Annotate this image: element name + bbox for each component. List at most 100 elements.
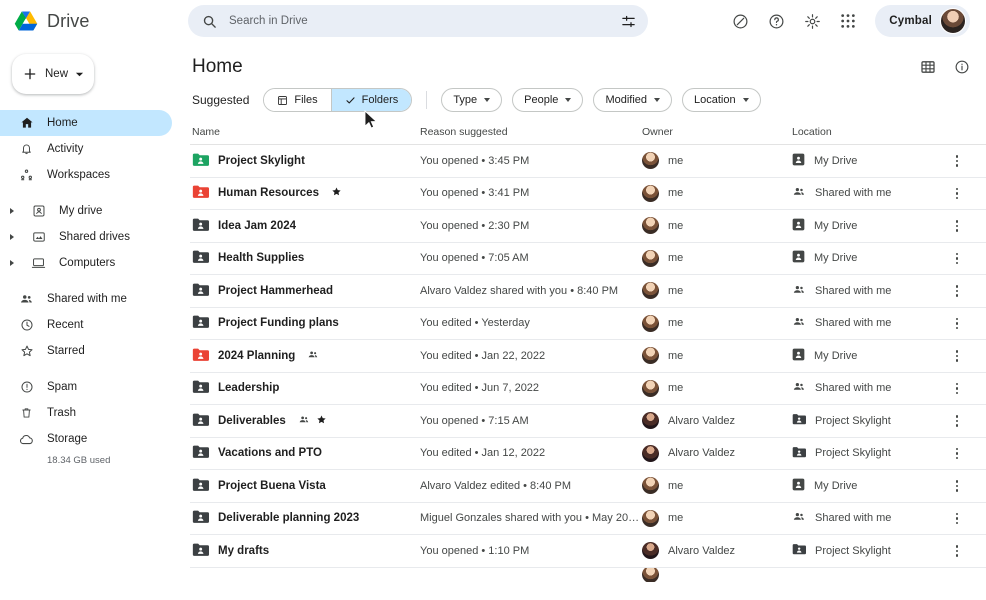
suggested-label: Suggested <box>192 93 249 107</box>
row-owner-cell <box>642 568 792 582</box>
row-more-button[interactable] <box>942 253 972 265</box>
sidebar-item-spam[interactable]: Spam <box>0 374 172 400</box>
sidebar-item-starred[interactable]: Starred <box>0 338 172 364</box>
column-header-name[interactable]: Name <box>192 126 420 138</box>
search-input[interactable]: Search in Drive <box>229 15 609 27</box>
table-row[interactable]: My draftsYou opened • 1:10 PMAlvaro Vald… <box>190 535 986 568</box>
segment-files[interactable]: Files <box>264 89 330 111</box>
starred-badge-icon <box>331 186 342 200</box>
row-more-button[interactable] <box>942 350 972 362</box>
row-more-button[interactable] <box>942 545 972 557</box>
drive-disk-icon <box>30 204 47 218</box>
main-header: Home <box>190 42 986 88</box>
grid-view-icon[interactable] <box>920 59 936 75</box>
row-location-cell[interactable]: Shared with me <box>792 315 942 331</box>
expand-caret-icon[interactable] <box>6 233 18 241</box>
new-button[interactable]: New <box>12 54 94 94</box>
row-location-cell[interactable]: My Drive <box>792 348 942 364</box>
filter-chip-people[interactable]: People <box>512 88 583 112</box>
account-chip[interactable]: Cymbal <box>875 5 970 37</box>
filter-chip-type[interactable]: Type <box>441 88 502 112</box>
row-name-cell: 2024 Planning <box>192 347 420 365</box>
row-name-cell: My drafts <box>192 542 420 560</box>
row-owner-cell: me <box>642 152 792 169</box>
row-location-cell[interactable]: My Drive <box>792 478 942 494</box>
table-row[interactable]: Vacations and PTOYou edited • Jan 12, 20… <box>190 438 986 471</box>
sidebar-item-home[interactable]: Home <box>0 110 172 136</box>
filter-chip-modified[interactable]: Modified <box>593 88 672 112</box>
app-body: New Home <box>0 42 986 600</box>
expand-caret-icon[interactable] <box>6 259 18 267</box>
row-file-name: Health Supplies <box>218 252 304 264</box>
row-more-button[interactable] <box>942 318 972 330</box>
row-reason: Miguel Gonzales shared with you • May 20… <box>420 512 642 524</box>
table-row-partial[interactable] <box>190 568 986 582</box>
sidebar: New Home <box>0 42 180 600</box>
segment-folders[interactable]: Folders <box>332 89 412 111</box>
row-owner: Alvaro Valdez <box>668 545 735 557</box>
sidebar-item-trash[interactable]: Trash <box>0 400 172 426</box>
table-row[interactable]: DeliverablesYou opened • 7:15 AMAlvaro V… <box>190 405 986 438</box>
column-header-reason[interactable]: Reason suggested <box>420 126 642 138</box>
help-icon[interactable] <box>765 10 787 32</box>
sidebar-item-storage[interactable]: Storage <box>0 426 172 452</box>
shared-badge-icon <box>307 349 319 363</box>
row-location-cell[interactable]: Shared with me <box>792 380 942 396</box>
sidebar-item-my-drive[interactable]: My drive <box>0 198 172 224</box>
row-more-button[interactable] <box>942 188 972 200</box>
row-location-cell[interactable]: Project Skylight <box>792 446 942 461</box>
table-row[interactable]: Idea Jam 2024You opened • 2:30 PMmeMy Dr… <box>190 210 986 243</box>
table-row[interactable]: Project Funding plansYou edited • Yester… <box>190 308 986 341</box>
table-row[interactable]: Human ResourcesYou opened • 3:41 PMmeSha… <box>190 178 986 211</box>
row-more-button[interactable] <box>942 480 972 492</box>
brand[interactable]: Drive <box>14 10 174 32</box>
sidebar-item-shared-drives[interactable]: Shared drives <box>0 224 172 250</box>
gear-icon[interactable] <box>801 10 823 32</box>
row-more-button[interactable] <box>942 415 972 427</box>
table-row[interactable]: Project HammerheadAlvaro Valdez shared w… <box>190 275 986 308</box>
table-row[interactable]: Project Buena VistaAlvaro Valdez edited … <box>190 470 986 503</box>
row-more-button[interactable] <box>942 155 972 167</box>
table-row[interactable]: 2024 PlanningYou edited • Jan 22, 2022me… <box>190 340 986 373</box>
row-location-cell[interactable]: Shared with me <box>792 283 942 299</box>
sidebar-item-recent[interactable]: Recent <box>0 312 172 338</box>
activity-status-icon[interactable] <box>729 10 751 32</box>
row-more-button[interactable] <box>942 220 972 232</box>
search-bar[interactable]: Search in Drive <box>188 5 648 37</box>
sidebar-item-shared-with-me[interactable]: Shared with me <box>0 286 172 312</box>
row-location-cell[interactable]: My Drive <box>792 153 942 169</box>
filter-chip-location[interactable]: Location <box>682 88 761 112</box>
row-location-cell[interactable]: Shared with me <box>792 185 942 201</box>
row-more-button[interactable] <box>942 448 972 460</box>
files-table: Name Reason suggested Owner Location Pro… <box>190 120 986 582</box>
row-location-cell[interactable]: Project Skylight <box>792 413 942 428</box>
table-row[interactable]: LeadershipYou edited • Jun 7, 2022meShar… <box>190 373 986 406</box>
sidebar-item-label: Computers <box>59 257 115 269</box>
column-header-location[interactable]: Location <box>792 126 942 138</box>
check-icon <box>345 95 356 106</box>
table-row[interactable]: Project SkylightYou opened • 3:45 PMmeMy… <box>190 145 986 178</box>
row-more-button[interactable] <box>942 383 972 395</box>
row-location-cell[interactable]: Project Skylight <box>792 543 942 558</box>
sidebar-item-workspaces[interactable]: Workspaces <box>0 162 172 188</box>
row-location: Project Skylight <box>815 447 891 459</box>
expand-caret-icon[interactable] <box>6 207 18 215</box>
info-icon[interactable] <box>954 59 970 75</box>
sidebar-item-computers[interactable]: Computers <box>0 250 172 276</box>
row-location-cell[interactable]: Shared with me <box>792 510 942 526</box>
avatar[interactable] <box>940 8 966 34</box>
column-header-owner[interactable]: Owner <box>642 126 792 138</box>
sidebar-item-activity[interactable]: Activity <box>0 136 172 162</box>
row-more-button[interactable] <box>942 513 972 525</box>
table-row[interactable]: Deliverable planning 2023Miguel Gonzales… <box>190 503 986 536</box>
row-owner: me <box>668 350 683 362</box>
row-owner: me <box>668 382 683 394</box>
row-location: Shared with me <box>815 512 891 524</box>
row-location-cell[interactable]: My Drive <box>792 250 942 266</box>
row-more-button[interactable] <box>942 285 972 297</box>
row-location-cell[interactable]: My Drive <box>792 218 942 234</box>
sidebar-item-label: Trash <box>47 407 76 419</box>
apps-grid-icon[interactable] <box>837 10 859 32</box>
search-options-icon[interactable] <box>621 14 636 29</box>
table-row[interactable]: Health SuppliesYou opened • 7:05 AMmeMy … <box>190 243 986 276</box>
